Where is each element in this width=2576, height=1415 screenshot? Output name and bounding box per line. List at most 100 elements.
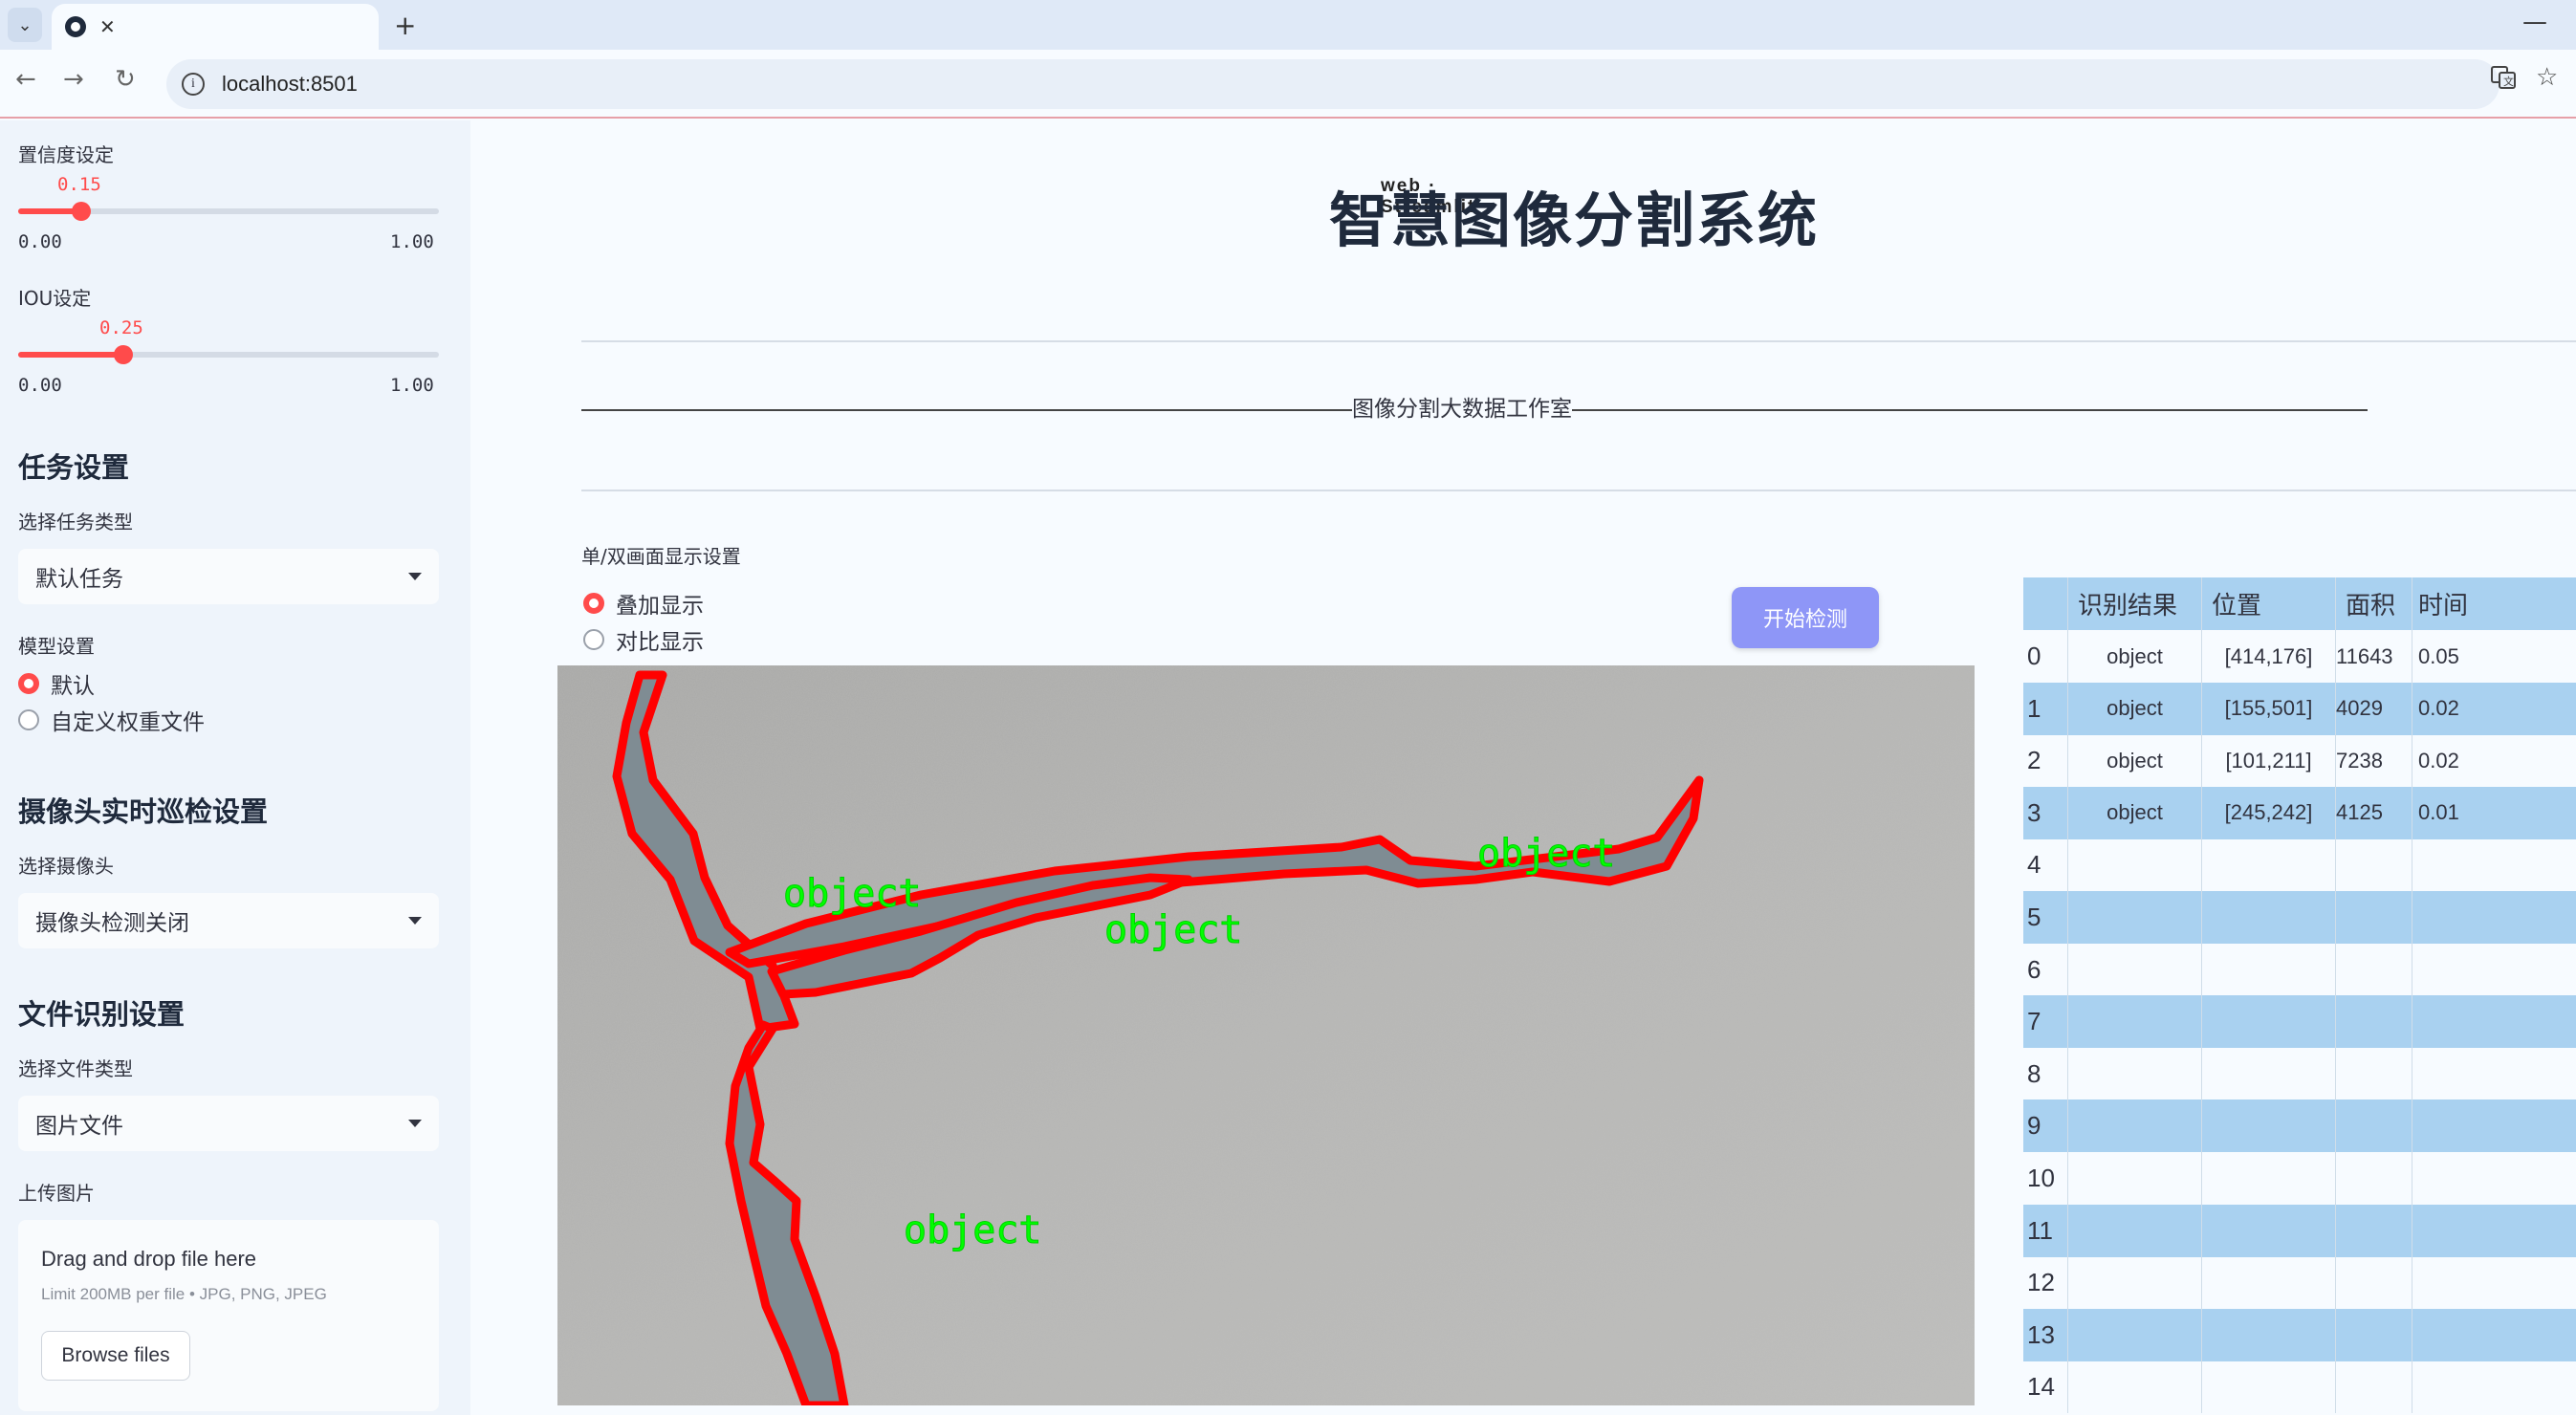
start-detection-button[interactable]: 开始检测 <box>1732 587 1879 648</box>
header-area[interactable]: 面积 <box>2335 577 2412 630</box>
cell-area <box>2335 891 2412 944</box>
translate-icon[interactable]: 文 <box>2490 63 2517 97</box>
camera-section-heading: 摄像头实时巡检设置 <box>18 795 269 828</box>
page-title: 智慧图像分割系统 <box>1329 185 1820 255</box>
detection-label: object <box>904 1208 1042 1252</box>
cell-result: object <box>2067 682 2201 735</box>
cell-position <box>2201 943 2335 996</box>
display-radio-overlay[interactable]: 叠加显示 <box>583 587 704 620</box>
task-section-heading: 任务设置 <box>18 451 130 484</box>
file-dropzone[interactable]: Drag and drop file here Limit 200MB per … <box>18 1220 439 1411</box>
back-icon[interactable]: ← <box>15 65 36 94</box>
cell-area: 4029 <box>2335 682 2412 735</box>
confidence-min: 0.00 <box>18 231 62 252</box>
cell-time: 0.01 <box>2412 786 2498 839</box>
cell-result <box>2067 1047 2201 1100</box>
row-index: 12 <box>2027 1268 2055 1297</box>
cell-area: 7238 <box>2335 734 2412 788</box>
cell-area <box>2335 1308 2412 1361</box>
row-index: 11 <box>2027 1215 2053 1245</box>
cell-area <box>2335 1099 2412 1153</box>
upload-label: 上传图片 <box>18 1182 95 1205</box>
cell-area <box>2335 1361 2412 1414</box>
table-row: 6 <box>2023 943 2576 996</box>
cell-position <box>2201 1099 2335 1153</box>
iou-label: IOU设定 <box>18 287 92 310</box>
display-mode-label: 单/双画面显示设置 <box>581 545 741 568</box>
display-option-label: 叠加显示 <box>616 594 704 619</box>
cell-result <box>2067 995 2201 1049</box>
new-tab-icon[interactable]: + <box>394 10 416 41</box>
display-radio-compare[interactable]: 对比显示 <box>583 623 704 656</box>
detection-label: object <box>1104 908 1243 952</box>
model-option-label: 自定义权重文件 <box>51 710 205 735</box>
row-index: 13 <box>2027 1319 2055 1349</box>
cell-result <box>2067 1204 2201 1257</box>
bookmark-star-icon[interactable]: ☆ <box>2536 63 2558 92</box>
table-row: 11 <box>2023 1204 2576 1257</box>
iou-slider-fill <box>18 352 123 358</box>
header-position[interactable]: 位置 <box>2201 577 2335 630</box>
cell-position <box>2201 891 2335 944</box>
chevron-down-icon <box>408 573 422 580</box>
browse-files-button[interactable]: Browse files <box>41 1331 190 1381</box>
iou-slider-thumb[interactable] <box>114 345 133 364</box>
browser-tab[interactable]: web · Streamlit ✕ <box>52 4 1474 217</box>
close-tab-icon[interactable]: ✕ <box>99 15 116 38</box>
cell-result: object <box>2067 786 2201 839</box>
reload-icon[interactable]: ↻ <box>115 65 136 94</box>
divider <box>581 340 2576 342</box>
header-result[interactable]: 识别结果 <box>2067 577 2201 630</box>
sidebar: 置信度设定 0.15 0.00 1.00 IOU设定 0.25 0.00 1.0… <box>0 120 470 1415</box>
cell-time <box>2412 1361 2498 1414</box>
confidence-slider[interactable] <box>18 202 439 221</box>
cell-time: 0.02 <box>2412 734 2498 788</box>
cell-time <box>2412 1204 2498 1257</box>
tab-search-button[interactable]: ⌄ <box>8 8 42 42</box>
table-row: 4 <box>2023 838 2576 892</box>
file-type-label: 选择文件类型 <box>18 1057 133 1080</box>
radio-unselected-icon <box>18 709 39 730</box>
cell-time <box>2412 891 2498 944</box>
url-text: localhost:8501 <box>222 72 358 96</box>
model-radio-custom[interactable]: 自定义权重文件 <box>18 704 205 736</box>
cell-time <box>2412 943 2498 996</box>
radio-unselected-icon <box>583 629 604 650</box>
divider <box>581 490 2576 491</box>
iou-value: 0.25 <box>99 317 143 338</box>
minimize-window-icon[interactable]: — <box>2522 8 2547 36</box>
site-info-icon[interactable]: i <box>182 73 205 96</box>
table-row: 2 object [101,211] 7238 0.02 <box>2023 734 2576 788</box>
cell-time: 0.05 <box>2412 630 2498 683</box>
forward-icon[interactable]: → <box>63 65 84 94</box>
subtitle-line: 图像分割大数据工作室 <box>581 390 2368 423</box>
table-header: 识别结果 位置 面积 时间 <box>2023 577 2576 630</box>
model-radio-default[interactable]: 默认 <box>18 667 95 700</box>
table-row: 14 <box>2023 1361 2576 1414</box>
cell-result <box>2067 1152 2201 1205</box>
cell-position <box>2201 1308 2335 1361</box>
omnibox[interactable]: i localhost:8501 <box>166 59 2500 109</box>
camera-select[interactable]: 摄像头检测关闭 <box>18 893 439 948</box>
cell-time <box>2412 1152 2498 1205</box>
table-row: 9 <box>2023 1099 2576 1153</box>
cell-position: [101,211] <box>2201 734 2335 788</box>
confidence-max: 1.00 <box>390 231 434 252</box>
iou-slider[interactable] <box>18 345 439 364</box>
confidence-slider-thumb[interactable] <box>72 202 91 221</box>
header-time[interactable]: 时间 <box>2412 577 2498 630</box>
table-row: 13 <box>2023 1308 2576 1361</box>
cell-area <box>2335 995 2412 1049</box>
iou-min: 0.00 <box>18 375 62 396</box>
dash-right <box>1572 408 2368 411</box>
table-row: 12 <box>2023 1256 2576 1310</box>
detection-label: object <box>783 872 922 916</box>
cell-time <box>2412 1256 2498 1310</box>
task-type-select[interactable]: 默认任务 <box>18 549 439 604</box>
cell-position <box>2201 1204 2335 1257</box>
cell-position <box>2201 838 2335 892</box>
file-type-select[interactable]: 图片文件 <box>18 1096 439 1151</box>
row-index: 2 <box>2027 746 2041 775</box>
row-index: 4 <box>2027 850 2041 880</box>
results-table[interactable]: 识别结果 位置 面积 时间 0 object [414,176] 11643 0.05 1… <box>2023 577 2576 1415</box>
